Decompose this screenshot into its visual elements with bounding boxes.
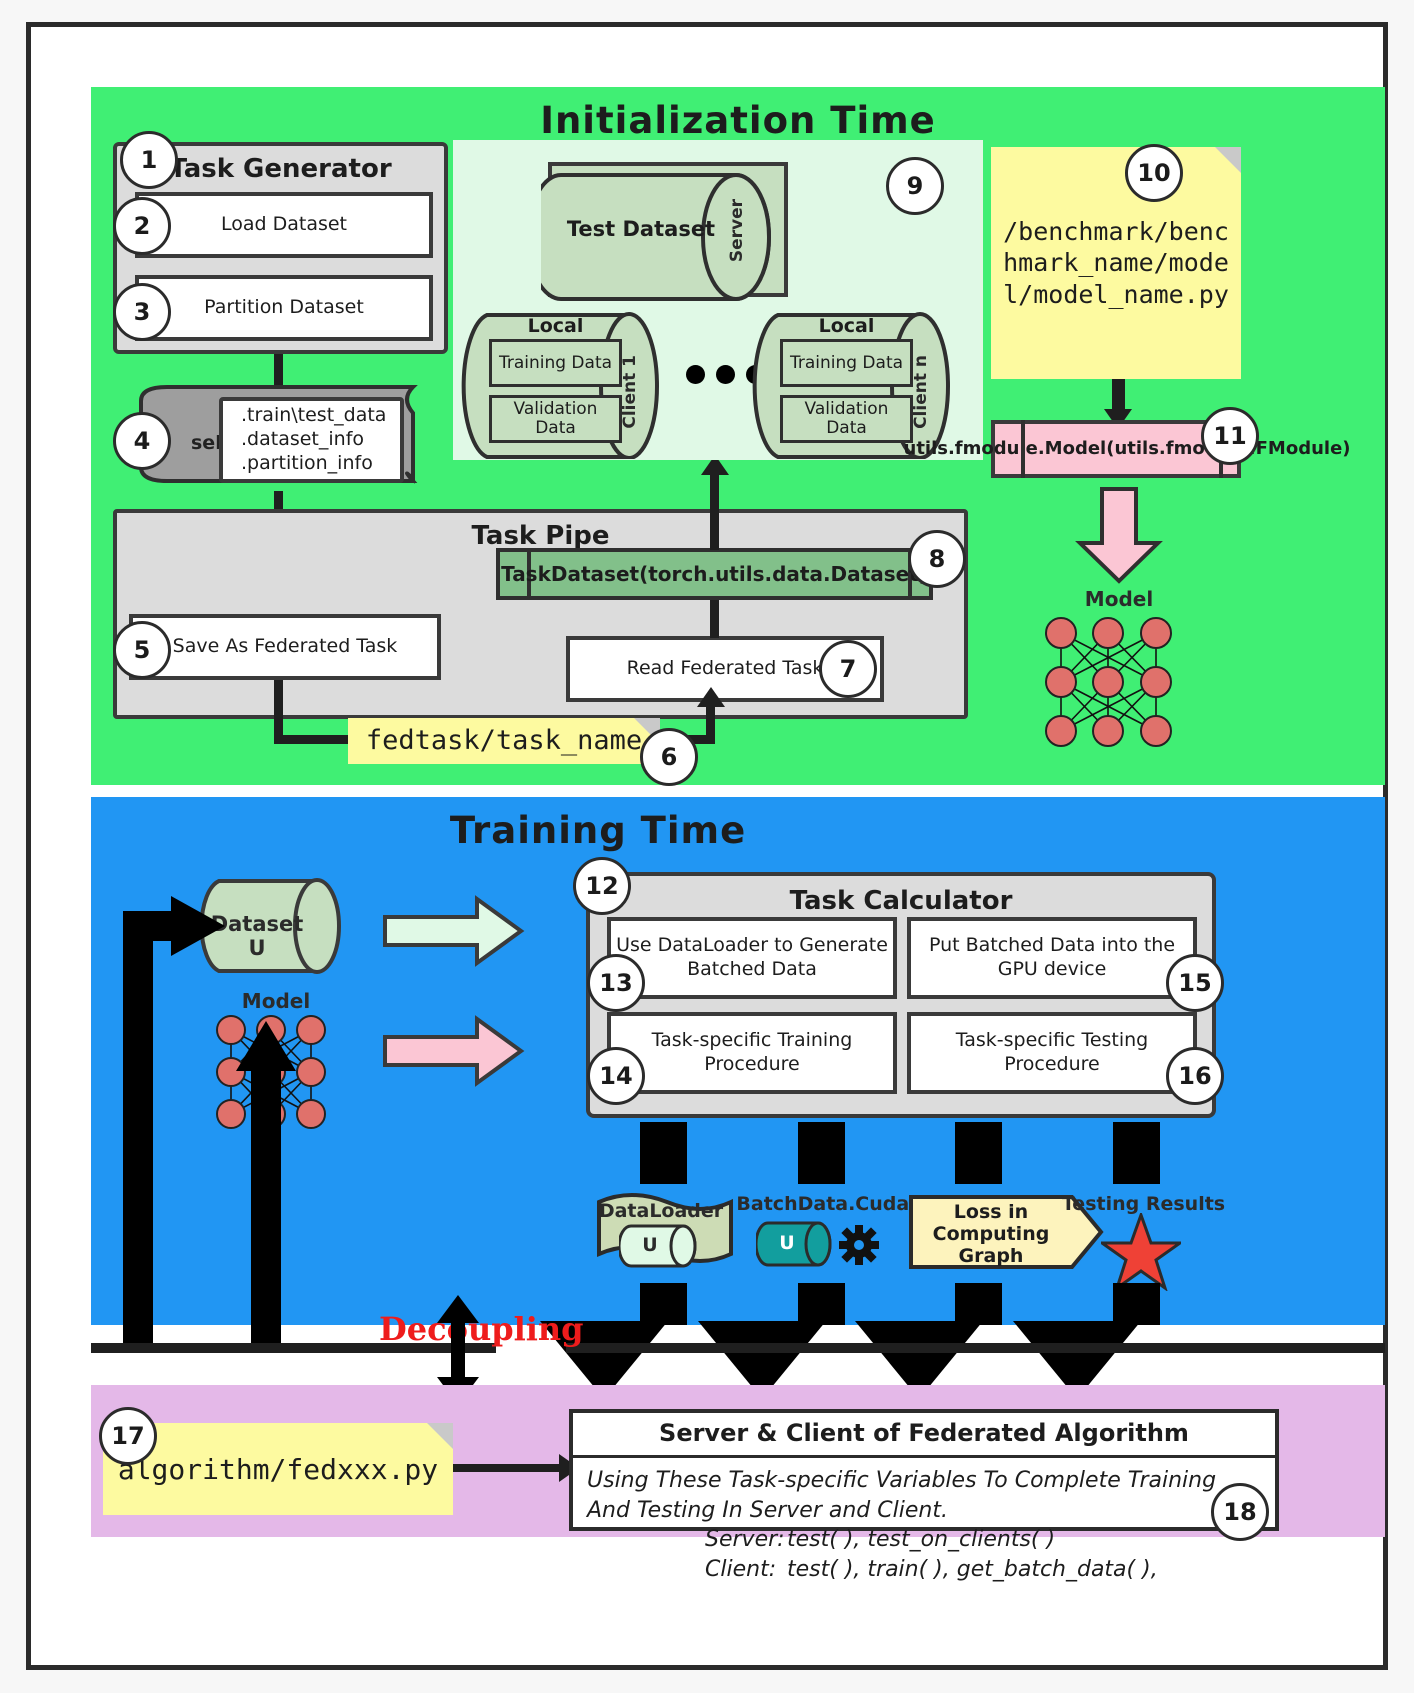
algorithm-note-label: algorithm/fedxxx.py <box>117 1452 439 1486</box>
testing-results-label: Testing Results <box>1061 1193 1226 1215</box>
fmodule-box-tick <box>1021 420 1025 478</box>
connector-block-1 <box>640 1122 687 1184</box>
task-calculator-cell-gpu[interactable]: Put Batched Data into the GPU device <box>907 917 1197 999</box>
fat-arrow-right-pink-icon <box>383 1015 525 1087</box>
connector-dataset-to-panel <box>710 472 719 550</box>
badge-18: 18 <box>1211 1483 1269 1541</box>
arrowhead-fedtask-to-read <box>697 687 725 707</box>
badge-10: 10 <box>1125 144 1183 202</box>
local-dataset-1-training: Training Data <box>489 339 622 387</box>
test-dataset-label: Test Dataset <box>566 217 716 241</box>
feedback-arrowhead-dataset <box>171 896 225 956</box>
diagram-page: Initialization Time Task Generator Load … <box>0 0 1414 1693</box>
server-key: Server: <box>705 1527 785 1553</box>
server-client-intro: Using These Task-specific Variables To C… <box>587 1468 1217 1523</box>
server-role-label: Server <box>727 199 747 263</box>
local-dataset-1-validation: Validation Data <box>489 395 622 443</box>
task-calculator-cell-training[interactable]: Task-specific Training Procedure <box>607 1012 897 1094</box>
star-icon <box>1101 1213 1181 1291</box>
self-attr-2: .partition_info <box>241 451 373 474</box>
badge-1: 1 <box>120 131 178 189</box>
badge-12: 12 <box>573 857 631 915</box>
connector-read-to-dataset <box>710 600 719 638</box>
task-calculator-cell-testing[interactable]: Task-specific Testing Procedure <box>907 1012 1197 1094</box>
outer-frame: Initialization Time Task Generator Load … <box>26 22 1388 1670</box>
fedtask-note-label: fedtask/task_name <box>365 725 643 757</box>
badge-17: 17 <box>99 1407 157 1465</box>
dataloader-u-label: U <box>642 1234 658 1256</box>
badge-8: 8 <box>908 530 966 588</box>
task-dataset-label: TaskDataset(torch.utils.data.Dataset) <box>501 562 928 586</box>
server-value: test( ), test_on_clients( ) <box>787 1527 1056 1553</box>
task-dataset-bar: TaskDataset(torch.utils.data.Dataset) <box>496 548 933 600</box>
badge-14: 14 <box>587 1047 645 1105</box>
badge-15: 15 <box>1166 954 1224 1012</box>
badge-13: 13 <box>587 954 645 1012</box>
model-label-init: Model <box>1084 587 1154 611</box>
feedback-line-model <box>251 1062 281 1352</box>
badge-2: 2 <box>113 197 171 255</box>
badge-6: 6 <box>640 728 698 786</box>
badge-9: 9 <box>886 157 944 215</box>
load-dataset-box[interactable]: Load Dataset <box>135 192 433 258</box>
connector-block-7 <box>955 1283 1002 1325</box>
badge-3: 3 <box>113 283 171 341</box>
badge-7: 7 <box>819 640 877 698</box>
server-client-panel-title: Server & Client of Federated Algorithm <box>573 1413 1275 1458</box>
badge-5: 5 <box>113 621 171 679</box>
client-1-role-label: Client 1 <box>620 355 640 429</box>
client-value: test( ), train( ), get_batch_data( ), <box>787 1557 1158 1583</box>
local-dataset-n-validation: Validation Data <box>780 395 913 443</box>
fmodule-text: utils.fmodule.Model(utils.fmodule.FModul… <box>903 438 1351 460</box>
badge-4: 4 <box>113 412 171 470</box>
connector-block-6 <box>798 1283 845 1325</box>
client-n-role-label: Client n <box>911 355 931 429</box>
algorithm-note-fold-icon <box>427 1423 453 1449</box>
client-key: Client: <box>705 1557 777 1583</box>
self-attributes-box: .train\test_data .dataset_info .partitio… <box>219 397 404 483</box>
model-path-note: /benchmark/benchmark_name/model/model_na… <box>991 147 1241 379</box>
connector-block-2 <box>798 1122 845 1184</box>
server-client-panel: Server & Client of Federated Algorithm U… <box>569 1409 1279 1582</box>
partition-dataset-box[interactable]: Partition Dataset <box>135 275 433 341</box>
batchdata-cuda-label: BatchData.Cuda() <box>736 1193 927 1215</box>
connector-block-5 <box>640 1283 687 1325</box>
fat-arrow-down-pink-icon <box>1075 487 1163 584</box>
model-note-fold-icon <box>1215 147 1241 173</box>
feedback-line-left <box>123 911 153 1353</box>
task-calculator-cell-dataloader[interactable]: Use DataLoader to Generate Batched Data <box>607 917 897 999</box>
connector-algorithm-to-panel <box>453 1464 563 1472</box>
connector-block-8 <box>1113 1283 1160 1325</box>
task-calculator-title: Task Calculator <box>789 886 1013 916</box>
section-algorithm: algorithm/fedxxx.py 17 Server & Client o… <box>91 1385 1385 1582</box>
connector-block-3 <box>955 1122 1002 1184</box>
server-client-panel-body: Using These Task-specific Variables To C… <box>573 1458 1275 1593</box>
model-path-text: /benchmark/benchmark_name/model/model_na… <box>1003 217 1229 309</box>
badge-16: 16 <box>1166 1047 1224 1105</box>
self-attr-1: .dataset_info <box>241 428 365 451</box>
save-federated-task-box[interactable]: Save As Federated Task <box>129 614 441 680</box>
neural-network-icon <box>1045 617 1172 747</box>
client-row: Client: test( ), train( ), get_batch_dat… <box>587 1555 1261 1585</box>
fedtask-note: fedtask/task_name <box>348 718 660 764</box>
fat-arrow-right-green-icon <box>383 895 525 967</box>
section-initialization-time: Initialization Time Task Generator Load … <box>91 87 1385 786</box>
connector-fedtask-to-read-v <box>706 704 715 744</box>
model-label-training: Model <box>241 989 311 1013</box>
training-time-title: Training Time <box>449 809 747 852</box>
connector-save-to-fedtask-v <box>274 680 283 742</box>
initialization-time-title: Initialization Time <box>540 99 936 142</box>
server-row: Server: test( ), test_on_clients( ) <box>587 1525 1261 1555</box>
feedback-arrowhead-model <box>236 1021 296 1071</box>
gear-icon <box>839 1225 879 1265</box>
decoupling-divider-right <box>566 1343 1385 1353</box>
local-dataset-n-training: Training Data <box>780 339 913 387</box>
badge-11: 11 <box>1201 407 1259 465</box>
batchdata-u-label: U <box>779 1232 795 1254</box>
connector-block-4 <box>1113 1122 1160 1184</box>
dataloader-label: DataLoader <box>598 1200 724 1222</box>
self-attr-0: .train\test_data <box>241 404 387 427</box>
task-pipe-title: Task Pipe <box>471 521 610 551</box>
